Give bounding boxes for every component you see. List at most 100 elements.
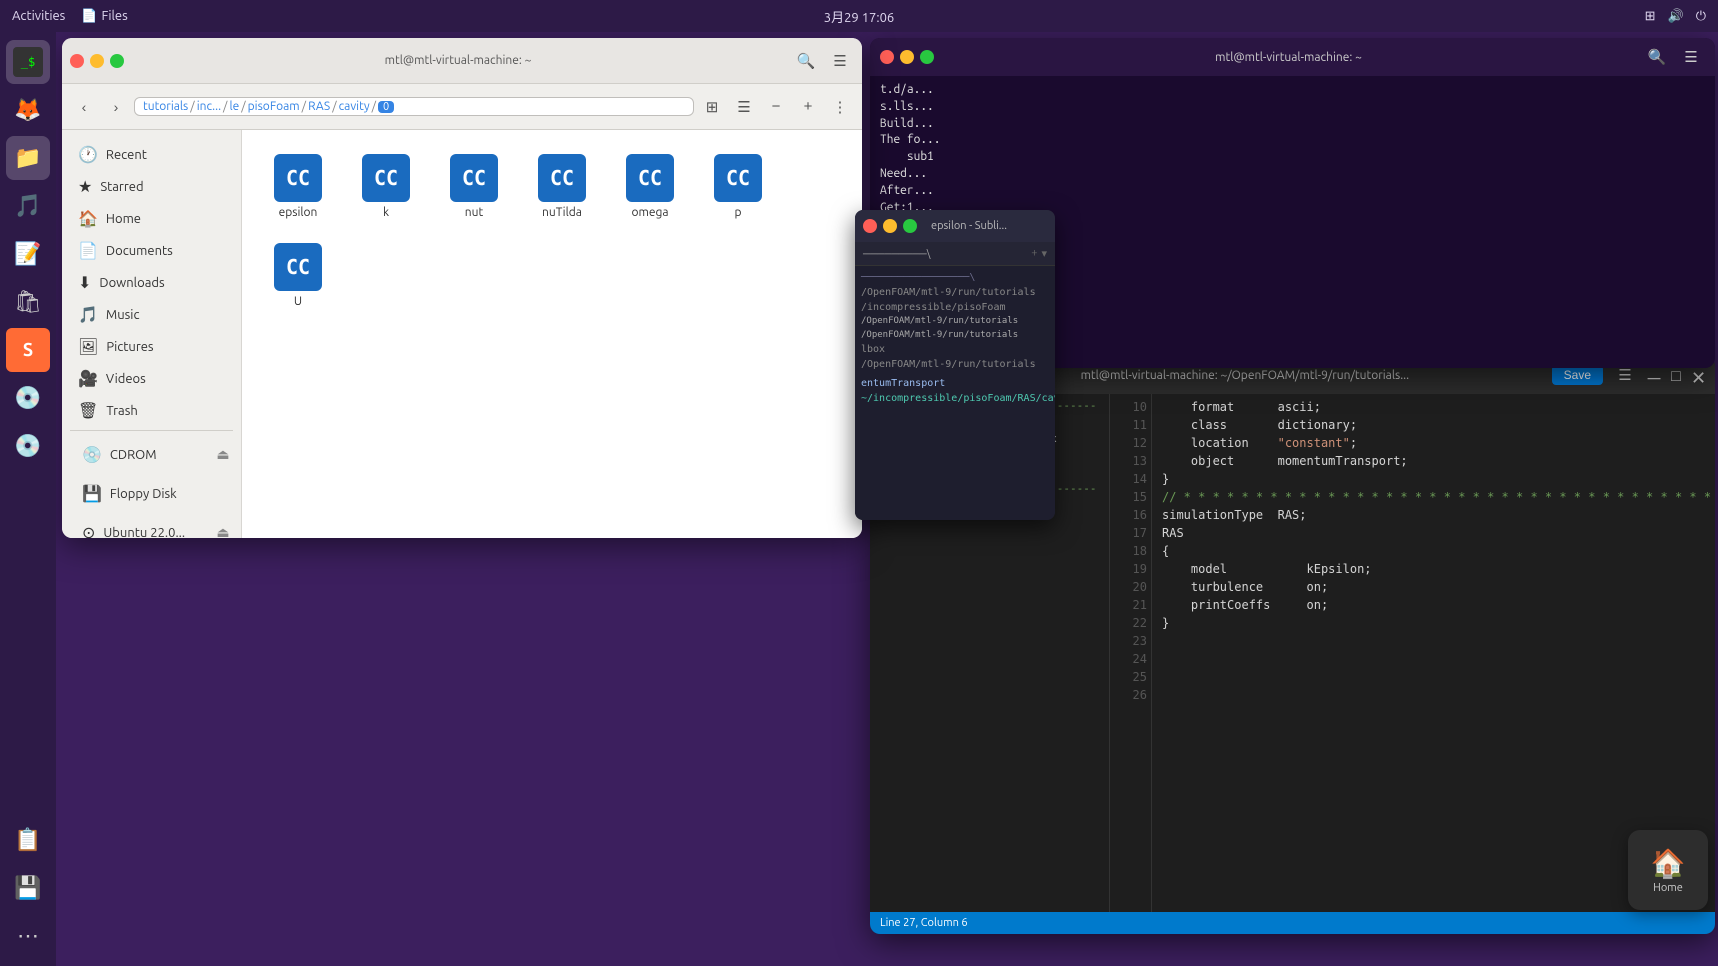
file-label-epsilon: epsilon [279,206,318,219]
file-label-omega: omega [631,206,668,219]
downloads-icon: ⬇ [78,273,91,292]
sidebar-item-cdrom[interactable]: 💿 CDROM [70,439,213,470]
file-item-U[interactable]: C U [258,235,338,316]
taskbar-disk2[interactable]: 💿 [6,424,50,468]
sublime-mini-window: epsilon - Subli... ─────────\ + ▾ ──────… [855,210,1055,520]
sublime-mini-code-area: ──────────────────\ /OpenFOAM/mtl-9/run/… [855,266,1055,410]
top-bar-clock: 3月29 17:06 [824,7,895,26]
taskbar-terminal[interactable]: _$ [6,40,50,84]
ubuntu-eject-btn[interactable]: ⏏ [213,523,233,539]
sidebar-item-starred[interactable]: ★ Starred [66,171,237,202]
fm-list-view-btn[interactable]: ☰ [730,93,758,121]
fm-titlebar: mtl@mtl-virtual-machine: ~ 🔍 ☰ [62,38,862,84]
sidebar-item-music[interactable]: 🎵 Music [66,299,237,330]
starred-icon: ★ [78,177,92,196]
taskbar-backup[interactable]: 💾 [6,866,50,910]
fm-zoom-in-btn[interactable]: + [794,93,822,121]
fm-body: 🕐 Recent ★ Starred 🏠 Home 📄 Documents ⬇ … [62,130,862,538]
taskbar-appstore[interactable]: 🛍 [6,280,50,324]
fm-zoom-out-btn[interactable]: − [762,93,790,121]
file-item-k[interactable]: C k [346,146,426,227]
taskbar-disk[interactable]: 💿 [6,376,50,420]
file-item-epsilon[interactable]: C epsilon [258,146,338,227]
editor-window-max[interactable]: □ [1669,368,1683,382]
terminal-max-btn[interactable] [920,50,934,64]
sidebar-item-downloads[interactable]: ⬇ Downloads [66,267,237,298]
breadcrumb-inc[interactable]: inc... [197,100,221,113]
sublime-mini-tab: ─────────\ + ▾ [855,242,1055,266]
cdrom-eject-btn[interactable]: ⏏ [213,445,233,465]
editor-window-min[interactable]: ─ [1647,368,1661,382]
cdrom-icon: 💿 [82,445,102,464]
terminal-close-btn[interactable] [880,50,894,64]
terminal-min-btn[interactable] [900,50,914,64]
home-float[interactable]: 🏠 Home [1628,830,1708,910]
editor-gutter: 10 11 12 13 14 15 16 17 18 19 20 21 22 2… [1110,394,1152,912]
sublime-mini-max[interactable] [903,219,917,233]
terminal-search-btn[interactable]: 🔍 [1643,43,1671,71]
taskbar-notes[interactable]: 📋 [6,818,50,862]
sidebar-ubuntu-row: ⊙ Ubuntu 22.0... ⏏ [62,513,241,538]
breadcrumb-le[interactable]: le [229,100,239,113]
tab-add-btn[interactable]: + ▾ [1031,247,1047,260]
fm-grid-view-btn[interactable]: ⊞ [698,93,726,121]
home-float-icon: 🏠 [1651,847,1686,880]
editor-save-btn[interactable]: Save [1552,365,1603,385]
fm-minimize-btn[interactable] [90,54,104,68]
taskbar-music[interactable]: 🎵 [6,184,50,228]
term-line: Build... [880,116,1705,133]
sidebar-item-videos[interactable]: 🎥 Videos [66,363,237,394]
breadcrumb-tutorials[interactable]: tutorials [143,100,188,113]
editor-window-close[interactable]: ✕ [1691,368,1705,382]
file-icon-nuTilda: C [538,154,586,202]
fm-overflow-btn[interactable]: ⋮ [826,93,854,121]
sidebar-item-trash[interactable]: 🗑 Trash [66,395,237,426]
code-line-11: class dictionary; [1162,416,1715,434]
sidebar-item-floppy[interactable]: 💾 Floppy Disk [70,478,233,509]
breadcrumb-cavity[interactable]: cavity [339,100,370,113]
fm-navbar: ‹ › tutorials / inc... / le / pisoFoam /… [62,84,862,130]
sublime-mini-close[interactable] [863,219,877,233]
sublime-mini-min[interactable] [883,219,897,233]
fm-forward-btn[interactable]: › [102,93,130,121]
file-icon-U: C [274,243,322,291]
sidebar-item-recent[interactable]: 🕐 Recent [66,139,237,170]
file-item-nut[interactable]: C nut [434,146,514,227]
top-bar: Activities 📄 Files 3月29 17:06 ⊞ 🔊 ⏻ [0,0,1718,32]
power-icon: ⏻ [1696,9,1706,24]
file-label-p: p [734,206,741,219]
taskbar-sublime[interactable]: S [6,328,50,372]
activities-label[interactable]: Activities [12,9,65,24]
file-item-omega[interactable]: C omega [610,146,690,227]
code-line-12: location "constant"; [1162,434,1715,452]
sidebar-item-pictures[interactable]: 🖼 Pictures [66,331,237,362]
files-menu[interactable]: 📄 Files [81,9,127,24]
breadcrumb-ras[interactable]: RAS [308,100,330,113]
file-manager-window: mtl@mtl-virtual-machine: ~ 🔍 ☰ ‹ › tutor… [62,38,862,538]
editor-statusbar: Line 27, Column 6 [870,912,1715,934]
code-line-19: RAS [1162,524,1715,542]
code-line-13: object momentumTransport; [1162,452,1715,470]
fm-menu-btn[interactable]: ☰ [826,47,854,75]
sidebar-item-home[interactable]: 🏠 Home [66,203,237,234]
fm-back-btn[interactable]: ‹ [70,93,98,121]
terminal-menu-btn[interactable]: ☰ [1677,43,1705,71]
breadcrumb-pisofoam[interactable]: pisoFoam [248,100,300,113]
taskbar-firefox[interactable]: 🦊 [6,88,50,132]
code-line-14: } [1162,470,1715,488]
taskbar-apps[interactable]: ⋯ [6,914,50,958]
editor-code-area: 10 11 12 13 14 15 16 17 18 19 20 21 22 2… [1110,394,1715,912]
sidebar-item-ubuntu[interactable]: ⊙ Ubuntu 22.0... [70,517,213,538]
file-item-nuTilda[interactable]: C nuTilda [522,146,602,227]
fm-search-btn[interactable]: 🔍 [792,47,820,75]
fm-maximize-btn[interactable] [110,54,124,68]
tab-file-icon: ─────────\ [863,248,930,260]
file-item-p[interactable]: C p [698,146,778,227]
term-line: t.d/a... [880,82,1705,99]
terminal-icon: _$ [13,47,43,77]
sidebar-item-documents[interactable]: 📄 Documents [66,235,237,266]
taskbar-files[interactable]: 📁 [6,136,50,180]
taskbar-texteditor[interactable]: 📝 [6,232,50,276]
fm-toolbar: 🔍 ☰ [792,47,854,75]
fm-close-btn[interactable] [70,54,84,68]
